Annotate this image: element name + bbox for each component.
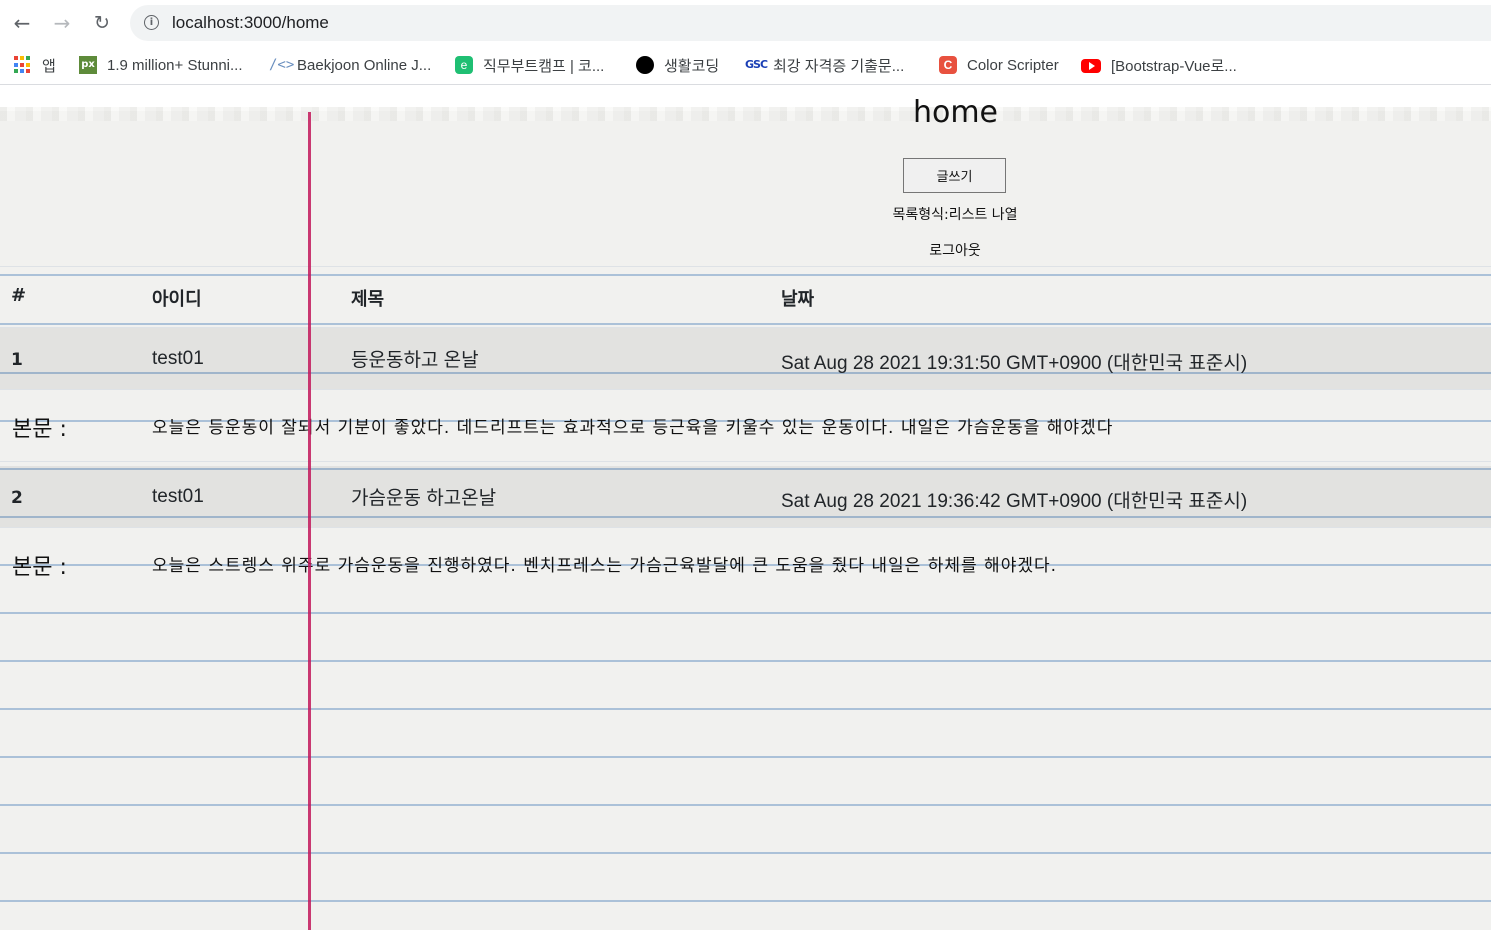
header-date: 날짜 [781, 289, 815, 310]
bookmark-label: 앱 [42, 57, 56, 75]
bookmark-apps[interactable]: 앱 [14, 55, 56, 75]
header-number: # [11, 285, 27, 306]
table-row[interactable]: 1 test01 등운동하고 온날 Sat Aug 28 2021 19:31:… [0, 328, 1491, 390]
table-header: # 아이디 제목 날짜 [0, 266, 1491, 328]
row-number: 2 [11, 488, 23, 508]
notebook-margin-line [308, 112, 311, 930]
bookmark-label: 생활코딩 [664, 57, 720, 75]
bookmark-baekjoon[interactable]: /<> Baekjoon Online J... [269, 55, 431, 75]
bookmark-label: [Bootstrap-Vue로... [1111, 57, 1237, 75]
write-button[interactable]: 글쓰기 [903, 158, 1006, 193]
color-scripter-icon: C [939, 56, 957, 74]
header-id: 아이디 [152, 289, 202, 310]
youtube-icon [1081, 59, 1101, 73]
forward-arrow-icon[interactable]: → [49, 10, 75, 36]
px-icon: px [79, 56, 97, 74]
bootcamp-icon: e [455, 56, 473, 74]
page-content: home 글쓰기 목록형식:리스트 나열 로그아웃 # 아이디 제목 날짜 1 … [0, 87, 1491, 930]
bookmark-opentutorials[interactable]: 생활코딩 [636, 55, 719, 75]
url-text[interactable]: localhost:3000/home [172, 13, 329, 33]
circle-icon [636, 56, 654, 74]
header-title: 제목 [351, 289, 385, 310]
bookmarks-bar: 앱 px 1.9 million+ Stunni... /<> Baekjoon… [0, 46, 1491, 85]
page-title: home [912, 95, 999, 130]
gsc-icon: GSC [745, 58, 768, 71]
post-body-row: 본문 : 오늘은 등운동이 잘되서 기분이 좋았다. 데드리프트는 효과적으로 … [0, 390, 1491, 462]
bookmark-color-scripter[interactable]: C Color Scripter [939, 55, 1059, 75]
row-title[interactable]: 가슴운동 하고온날 [351, 483, 496, 510]
bookmark-label: 1.9 million+ Stunni... [107, 56, 243, 74]
address-bar[interactable]: i localhost:3000/home [130, 5, 1491, 41]
post-body-row: 본문 : 오늘은 스트렝스 위주로 가슴운동을 진행하였다. 벤치프레스는 가슴… [0, 528, 1491, 600]
browser-toolbar: ← → ↻ i localhost:3000/home [0, 0, 1491, 46]
reload-icon[interactable]: ↻ [89, 10, 115, 36]
body-label: 본문 : [12, 417, 67, 442]
info-icon[interactable]: i [144, 15, 159, 30]
bookmark-gsc[interactable]: GSC 최강 자격증 기출문... [745, 55, 904, 75]
back-arrow-icon[interactable]: ← [9, 10, 35, 36]
bookmark-label: 직무부트캠프 | 코... [483, 57, 605, 75]
list-format-link[interactable]: 목록형식:리스트 나열 [892, 204, 1017, 224]
code-icon: /<> [269, 57, 295, 73]
row-number: 1 [11, 350, 23, 370]
body-label: 본문 : [12, 555, 67, 580]
row-id: test01 [152, 486, 204, 507]
bookmark-stunning[interactable]: px 1.9 million+ Stunni... [79, 55, 243, 75]
row-date: Sat Aug 28 2021 19:36:42 GMT+0900 (대한민국 … [781, 491, 1248, 512]
post-body-text: 오늘은 등운동이 잘되서 기분이 좋았다. 데드리프트는 효과적으로 등근육을 … [152, 418, 1114, 438]
apps-grid-icon [14, 56, 32, 74]
bookmark-label: Color Scripter [967, 56, 1059, 74]
table-row[interactable]: 2 test01 가슴운동 하고온날 Sat Aug 28 2021 19:36… [0, 466, 1491, 528]
row-title[interactable]: 등운동하고 온날 [351, 345, 479, 372]
post-body-text: 오늘은 스트렝스 위주로 가슴운동을 진행하였다. 벤치프레스는 가슴근육발달에… [152, 556, 1058, 576]
bookmark-label: 최강 자격증 기출문... [773, 57, 905, 75]
bookmark-label: Baekjoon Online J... [297, 56, 432, 74]
bookmark-bootcamp[interactable]: e 직무부트캠프 | 코... [455, 55, 604, 75]
row-date: Sat Aug 28 2021 19:31:50 GMT+0900 (대한민국 … [781, 353, 1248, 374]
bookmark-bootstrap-vue[interactable]: [Bootstrap-Vue로... [1081, 55, 1237, 75]
logout-link[interactable]: 로그아웃 [929, 240, 981, 260]
row-id: test01 [152, 348, 204, 369]
